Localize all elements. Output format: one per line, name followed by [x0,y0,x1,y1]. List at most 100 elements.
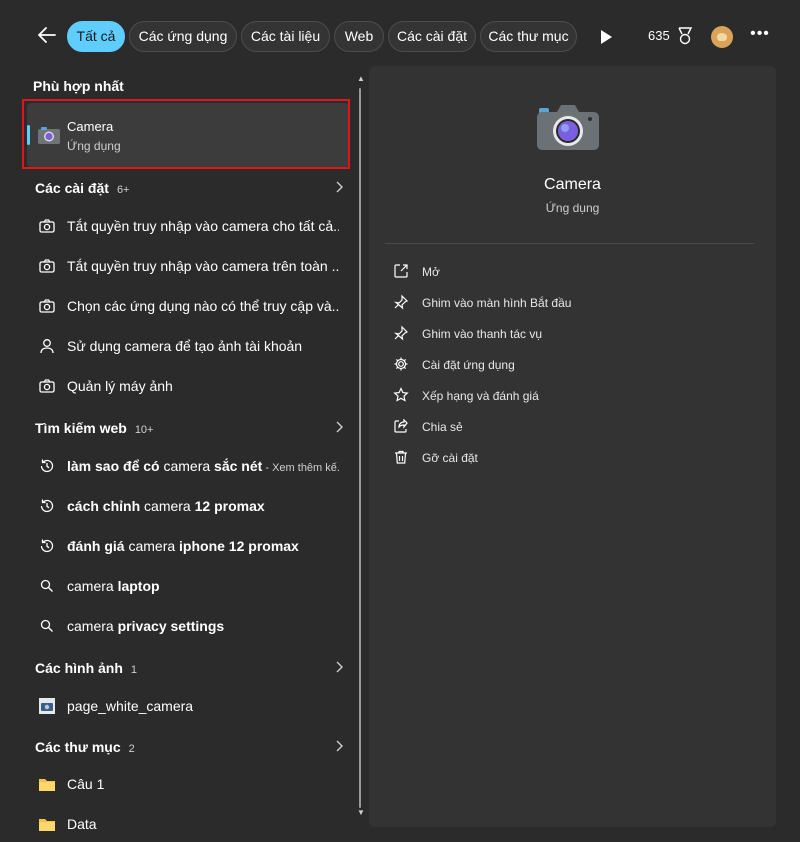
best-match-heading: Phù hợp nhất [33,78,124,94]
open-icon [393,263,409,279]
action-label: Mở [422,265,440,279]
settings-result[interactable]: Quản lý máy ảnh [28,368,346,404]
back-arrow-icon[interactable] [36,24,58,46]
history-icon [38,497,56,515]
settings-result[interactable]: Chọn các ứng dụng nào có thể truy cập và… [28,288,346,324]
settings-result-label: Tắt quyền truy nhập vào camera cho tất c… [67,218,339,234]
action-pin-start[interactable]: Ghim vào màn hình Bắt đầu [391,290,691,316]
preview-panel: Camera Ứng dụng Mở Ghim vào màn hình Bắt… [369,66,776,827]
folder-icon [38,815,56,833]
play-icon[interactable] [598,28,614,46]
camera-outline-icon [38,217,56,235]
more-options-icon[interactable]: ••• [750,25,770,45]
share-icon [393,418,409,434]
filter-apps[interactable]: Các ứng dụng [129,21,237,52]
user-avatar[interactable] [711,26,733,48]
query-part: laptop [113,578,160,594]
selection-indicator [27,125,30,145]
chevron-right-icon[interactable] [334,180,344,194]
query-term: camera [144,498,191,514]
action-share[interactable]: Chia sẻ [391,414,691,440]
web-result-label: làm sao để có camera sắc nét - Xem thêm … [67,458,339,474]
images-section-title: Các hình ảnh [35,660,123,676]
web-result[interactable]: cách chỉnh camera 12 promax [28,488,346,524]
action-rate-review[interactable]: Xếp hạng và đánh giá [391,383,691,409]
web-result[interactable]: đánh giá camera iphone 12 promax [28,528,346,564]
folder-result[interactable]: Data [28,806,346,842]
scroll-down-arrow[interactable]: ▼ [357,808,365,817]
history-icon [38,457,56,475]
settings-result-label: Quản lý máy ảnh [67,378,173,394]
scrollbar-thumb[interactable] [359,88,361,808]
filter-web[interactable]: Web [334,21,384,52]
action-label: Cài đặt ứng dụng [422,358,515,372]
query-term: camera [163,458,211,474]
query-part: iphone 12 promax [175,538,299,554]
best-match-camera[interactable]: Camera Ứng dụng [27,103,349,167]
settings-result-label: Chọn các ứng dụng nào có thể truy cập và… [67,298,339,314]
camera-outline-icon [38,297,56,315]
chevron-right-icon[interactable] [334,420,344,434]
settings-result-label: Sử dụng camera để tạo ảnh tài khoản [67,338,303,354]
folder-result-label: Data [67,816,97,832]
chevron-right-icon[interactable] [334,739,344,753]
filter-documents[interactable]: Các tài liệu [241,21,330,52]
trash-icon [393,449,409,465]
web-result-label: camera laptop [67,578,160,594]
query-part: đánh giá [67,538,129,554]
query-part: cách chỉnh [67,498,145,514]
star-icon [393,387,409,403]
app-name: Camera [544,176,601,193]
web-count: 10+ [134,424,154,436]
action-uninstall[interactable]: Gỡ cài đặt [391,445,691,471]
medal-icon [677,27,693,45]
action-label: Ghim vào màn hình Bắt đầu [422,296,572,310]
web-result[interactable]: camera privacy settings [28,608,346,644]
camera-app-icon [37,123,61,147]
folders-section-heading[interactable]: Các thư mục 2 [35,739,135,755]
settings-result[interactable]: Tắt quyền truy nhập vào camera trên toàn… [28,248,346,284]
web-result[interactable]: làm sao để có camera sắc nét - Xem thêm … [28,448,346,484]
image-result-label: page_white_camera [67,698,194,714]
person-icon [38,337,56,355]
camera-outline-icon [38,257,56,275]
filter-folders[interactable]: Các thư mục [480,21,577,52]
gear-icon [393,356,409,372]
web-result[interactable]: camera laptop [28,568,346,604]
web-result-label: cách chỉnh camera 12 promax [67,498,265,514]
query-term: camera [67,618,114,634]
pin-icon [393,325,409,341]
folder-result[interactable]: Câu 1 [28,766,346,802]
web-section-heading[interactable]: Tìm kiếm web 10+ [35,420,153,436]
query-suffix: - Xem thêm kế... [262,462,339,474]
rewards-points: 635 [648,28,670,43]
query-part: làm sao để có [67,458,164,474]
best-match-name: Camera [67,119,114,134]
app-type: Ứng dụng [545,201,600,215]
image-file-icon [38,697,56,715]
settings-result[interactable]: Sử dụng camera để tạo ảnh tài khoản [28,328,346,364]
camera-outline-icon [38,377,56,395]
folders-count: 2 [128,743,135,755]
settings-result[interactable]: Tắt quyền truy nhập vào camera cho tất c… [28,208,346,244]
action-pin-taskbar[interactable]: Ghim vào thanh tác vụ [391,321,691,347]
web-result-label: đánh giá camera iphone 12 promax [67,538,299,554]
filter-all[interactable]: Tất cả [67,21,125,52]
scroll-up-arrow[interactable]: ▲ [357,74,365,83]
chevron-right-icon[interactable] [334,660,344,674]
image-result[interactable]: page_white_camera [28,688,346,724]
action-open[interactable]: Mở [391,259,691,285]
action-app-settings[interactable]: Cài đặt ứng dụng [391,352,691,378]
results-list: Phù hợp nhất Camera Ứng dụng Các cài đặt… [0,72,360,832]
query-part: privacy settings [113,618,225,634]
folders-section-title: Các thư mục [35,739,121,755]
web-section-title: Tìm kiếm web [35,420,127,436]
settings-section-title: Các cài đặt [35,180,109,196]
filter-settings[interactable]: Các cài đặt [388,21,476,52]
settings-section-heading[interactable]: Các cài đặt 6+ [35,180,129,196]
images-section-heading[interactable]: Các hình ảnh 1 [35,660,137,676]
settings-result-label: Tắt quyền truy nhập vào camera trên toàn… [67,258,339,274]
query-part: 12 promax [190,498,265,514]
query-part: sắc nét [210,458,263,474]
folder-result-label: Câu 1 [67,776,105,792]
